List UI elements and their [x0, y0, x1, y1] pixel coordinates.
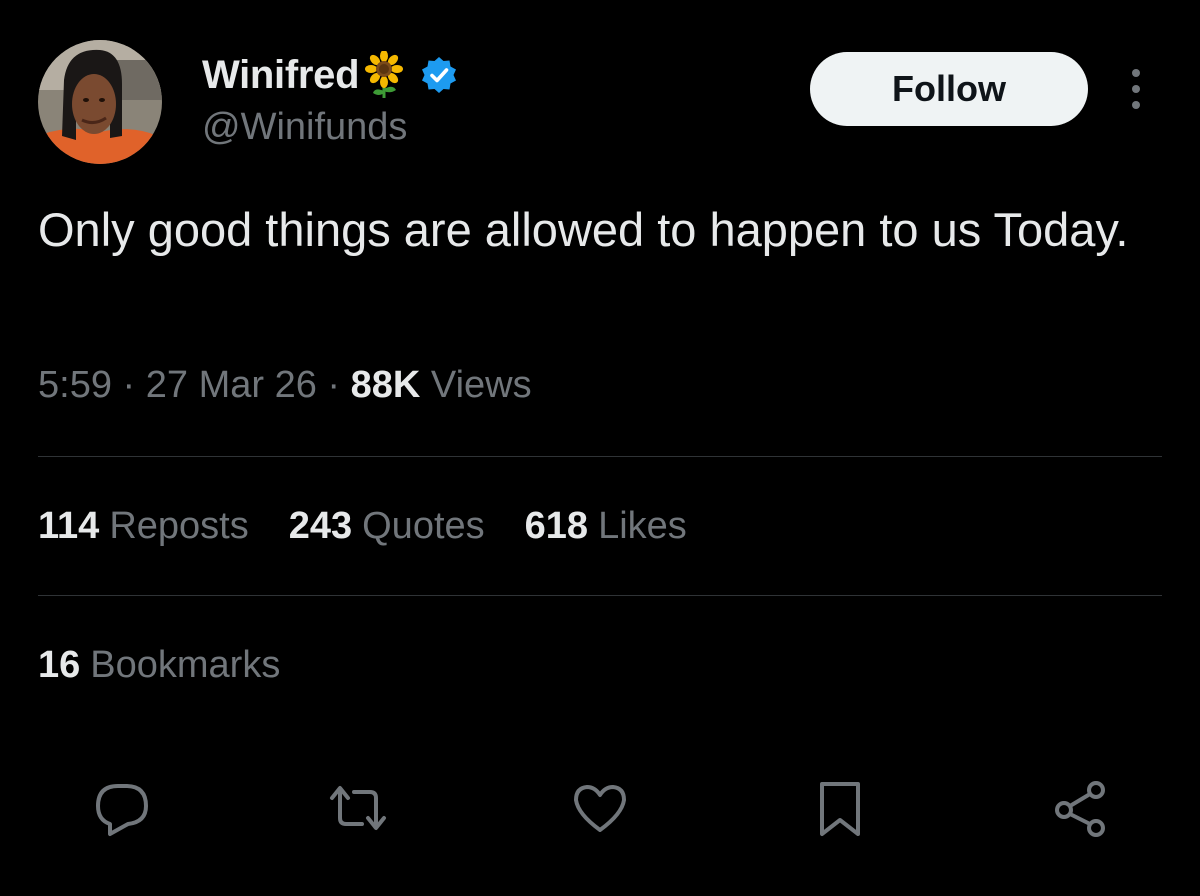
quotes-count: 243 — [288, 505, 353, 547]
bookmarks-stat: 16 Bookmarks — [38, 644, 280, 687]
likes-stat[interactable]: 618 Likes — [525, 505, 687, 548]
quotes-label: Quotes — [362, 505, 485, 547]
views-count: 88K — [350, 364, 421, 406]
likes-count: 618 — [524, 505, 589, 547]
tweet-meta: 5:59 · 27 Mar 26 · 88K Views — [38, 364, 532, 407]
likes-label: Likes — [598, 505, 687, 547]
bookmark-icon[interactable] — [810, 778, 870, 838]
sunflower-emoji-icon — [363, 50, 405, 99]
reply-icon[interactable] — [92, 778, 152, 838]
bookmarks-count: 16 — [38, 644, 81, 686]
reposts-stat[interactable]: 114 Reposts — [38, 505, 249, 548]
reposts-count: 114 — [38, 505, 100, 547]
quotes-stat[interactable]: 243 Quotes — [289, 505, 485, 548]
divider — [38, 456, 1162, 457]
meta-separator: · — [122, 364, 136, 406]
bookmarks-label: Bookmarks — [90, 644, 281, 686]
author-display-name[interactable]: Winifred — [202, 53, 360, 98]
reposts-label: Reposts — [109, 505, 249, 547]
more-vertical-icon[interactable] — [1120, 64, 1152, 114]
divider — [38, 595, 1162, 596]
share-icon[interactable] — [1050, 778, 1110, 838]
engagement-stats: 114 Reposts 243 Quotes 618 Likes — [38, 505, 687, 548]
tweet-text: Only good things are allowed to happen t… — [38, 203, 1129, 256]
meta-separator: · — [327, 364, 341, 406]
follow-button[interactable]: Follow — [810, 52, 1088, 126]
tweet-date[interactable]: 27 Mar 26 — [146, 364, 317, 406]
like-icon[interactable] — [570, 778, 630, 838]
author-handle[interactable]: @Winifunds — [202, 106, 407, 149]
author-name-row: Winifred — [202, 50, 459, 100]
tweet-time[interactable]: 5:59 — [38, 364, 112, 406]
avatar[interactable] — [38, 40, 162, 164]
views-label: Views — [430, 364, 532, 406]
repost-icon[interactable] — [328, 778, 388, 838]
verified-badge-icon[interactable] — [419, 55, 459, 95]
